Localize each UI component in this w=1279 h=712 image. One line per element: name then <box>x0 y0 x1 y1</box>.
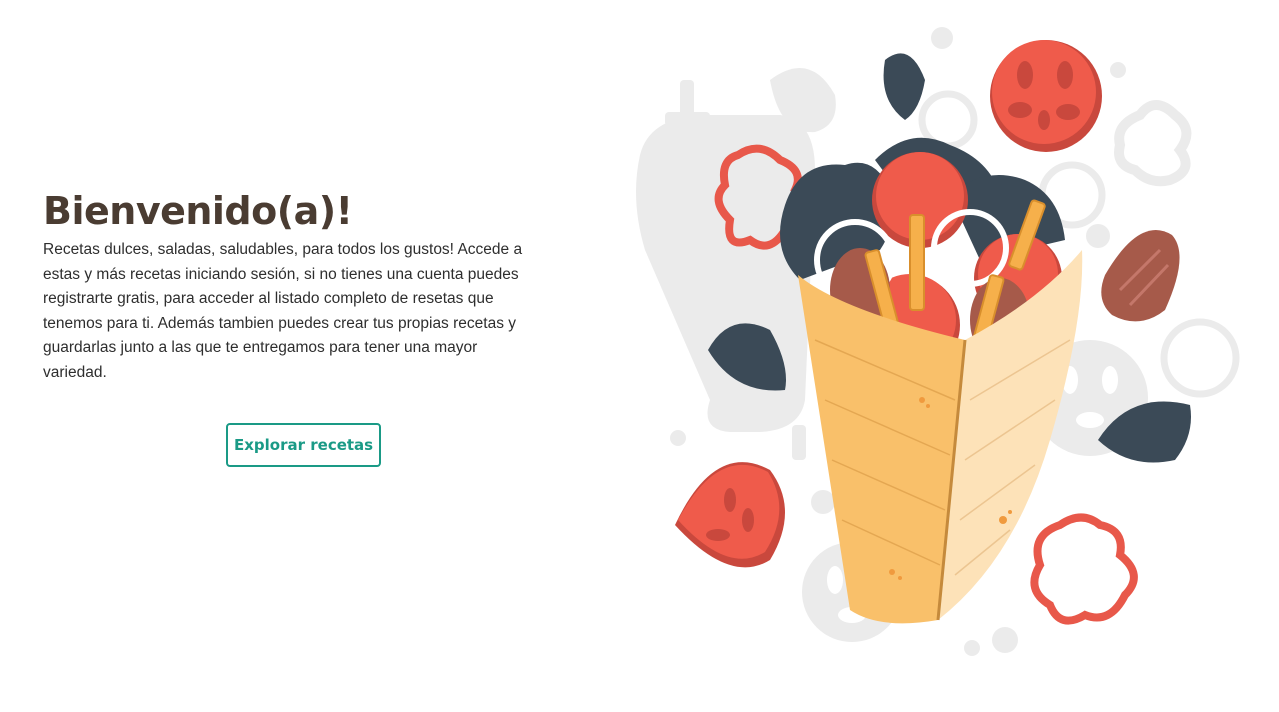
page-title: Bienvenido(a)! <box>43 189 353 233</box>
hero-section: Bienvenido(a)! Recetas dulces, saladas, … <box>43 188 543 385</box>
cta-container: Explorar recetas <box>226 423 382 467</box>
kebab-background-icon <box>636 80 815 460</box>
tomato-slice-icon <box>990 40 1102 152</box>
landing-page: Bienvenido(a)! Recetas dulces, saladas, … <box>0 0 1279 712</box>
hero-description: Recetas dulces, saladas, saludables, par… <box>43 241 523 381</box>
pepper-ring-background-icon <box>1114 100 1192 187</box>
tomato-wedge-icon <box>675 462 785 568</box>
meat-slice-icon <box>1101 230 1180 322</box>
wrap-illustration <box>636 27 1240 656</box>
explore-recipes-button[interactable]: Explorar recetas <box>226 423 382 467</box>
